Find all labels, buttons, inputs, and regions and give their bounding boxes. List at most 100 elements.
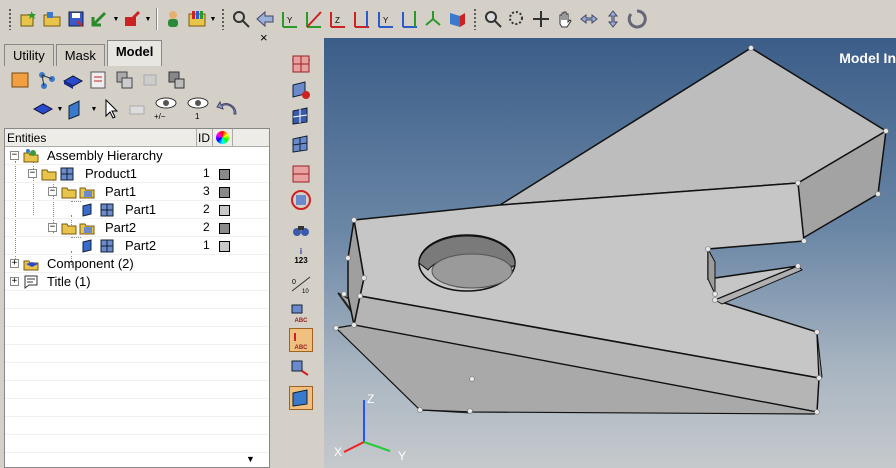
- spin-rotate-icon[interactable]: [626, 8, 648, 30]
- tree-row-product1[interactable]: − Product1 1: [5, 165, 269, 183]
- tree-row-assembly-hierarchy[interactable]: − Assembly Hierarchy: [5, 147, 269, 165]
- entity-color-swatch[interactable]: [219, 241, 230, 252]
- zoom-in-icon[interactable]: [482, 8, 504, 30]
- abc-label: ABC: [294, 345, 308, 351]
- solver-interface-icon[interactable]: [186, 8, 208, 30]
- transparency-icon[interactable]: [289, 356, 313, 380]
- new-model-icon[interactable]: [17, 8, 39, 30]
- tab-utility[interactable]: Utility: [4, 44, 54, 66]
- view-plus-z-icon[interactable]: Y: [374, 8, 396, 30]
- shaded-mesh-icon[interactable]: [289, 104, 313, 128]
- show-hide-toggle[interactable]: +/−: [150, 96, 182, 122]
- info-glyph: i: [299, 247, 303, 256]
- show-only-toggle[interactable]: 1: [182, 96, 214, 122]
- numbers-icon[interactable]: i 123: [289, 244, 313, 268]
- isometric-view-icon[interactable]: [422, 8, 444, 30]
- toolbar-grip-3[interactable]: [473, 8, 477, 30]
- include-view-icon[interactable]: [164, 68, 190, 92]
- collapse-toggle[interactable]: −: [48, 223, 57, 232]
- camera-view-icon[interactable]: [446, 8, 468, 30]
- material-view-icon[interactable]: [60, 68, 86, 92]
- collapse-toggle[interactable]: −: [10, 151, 19, 160]
- part1-body[interactable]: [334, 47, 888, 415]
- toolbar-grip-2[interactable]: [221, 8, 225, 30]
- components-view-icon[interactable]: [8, 68, 34, 92]
- export-icon[interactable]: [121, 8, 143, 30]
- display-mode-icon[interactable]: [30, 97, 56, 121]
- entity-color-swatch[interactable]: [219, 223, 230, 234]
- zoom-window-icon[interactable]: [230, 8, 252, 30]
- connector-view-icon[interactable]: [138, 68, 164, 92]
- tab-model[interactable]: Model: [106, 40, 163, 66]
- tree-row-title[interactable]: + Title (1): [5, 273, 269, 291]
- tab-mask[interactable]: Mask: [55, 44, 105, 66]
- save-icon[interactable]: [65, 8, 87, 30]
- model-scene[interactable]: Z Y X: [324, 38, 896, 468]
- main-toolbar: ▼ ▼ ▼ Y Z Y: [0, 0, 896, 38]
- view-minus-z-icon[interactable]: [398, 8, 420, 30]
- pan-hand-icon[interactable]: [554, 8, 576, 30]
- entities-header: Entities ID: [5, 129, 269, 147]
- scroll-down-icon[interactable]: ▼: [246, 454, 255, 464]
- graphics-viewport[interactable]: Model In Z Y X: [324, 38, 896, 468]
- entity-color-swatch[interactable]: [219, 169, 230, 180]
- feature-lines-icon[interactable]: [289, 162, 313, 186]
- previous-view-icon[interactable]: [254, 8, 276, 30]
- empty-row: [5, 327, 269, 345]
- label-elements-icon[interactable]: ABC: [289, 300, 313, 324]
- numbers-label: 123: [294, 256, 308, 265]
- horizontal-arrow-icon[interactable]: [578, 8, 600, 30]
- entities-column-header[interactable]: Entities: [5, 129, 197, 146]
- color-column-header[interactable]: [213, 129, 233, 146]
- display-mode-dropdown-icon[interactable]: ▼: [56, 98, 64, 120]
- view-plus-x-icon[interactable]: Y: [278, 8, 300, 30]
- import-dropdown-icon[interactable]: ▼: [112, 8, 120, 30]
- view-minus-x-icon[interactable]: [302, 8, 324, 30]
- part-icon: [79, 187, 95, 199]
- isolate-icon[interactable]: [124, 97, 150, 121]
- open-folder-icon[interactable]: [41, 8, 63, 30]
- view-minus-y-icon[interactable]: [350, 8, 372, 30]
- tree-row-part1[interactable]: − Part1 3: [5, 183, 269, 201]
- assembly-view-icon[interactable]: [34, 68, 60, 92]
- panel-close-icon[interactable]: ×: [260, 30, 268, 45]
- view-plus-y-icon[interactable]: Z: [326, 8, 348, 30]
- entity-color-swatch[interactable]: [219, 205, 230, 216]
- by-component-icon[interactable]: [289, 52, 313, 76]
- entity-color-swatch[interactable]: [219, 187, 230, 198]
- vertical-arrow-icon[interactable]: [602, 8, 624, 30]
- rotate-view-icon[interactable]: [530, 8, 552, 30]
- tree-label: Part2: [105, 220, 137, 235]
- entity-id: 3: [203, 184, 210, 198]
- expand-toggle[interactable]: +: [10, 277, 19, 286]
- mesh-icon: [100, 203, 114, 217]
- empty-row: [5, 345, 269, 363]
- scale-range-icon[interactable]: 0 10: [289, 272, 313, 296]
- wireframe-icon[interactable]: [289, 132, 313, 156]
- zoom-out-icon[interactable]: [506, 8, 528, 30]
- show-edges-icon[interactable]: [289, 386, 313, 410]
- import-icon[interactable]: [89, 8, 111, 30]
- user-profile-icon[interactable]: [162, 8, 184, 30]
- color-mode-icon[interactable]: [64, 97, 90, 121]
- collapse-toggle[interactable]: −: [28, 169, 37, 178]
- select-cursor-icon[interactable]: [98, 97, 124, 121]
- toolbar-grip[interactable]: [8, 8, 12, 30]
- tree-row-part2-component[interactable]: Part2 1: [5, 237, 269, 255]
- reverse-icon[interactable]: [214, 97, 240, 121]
- property-view-icon[interactable]: [86, 68, 112, 92]
- find-icon[interactable]: [289, 218, 313, 242]
- solver-dropdown-icon[interactable]: ▼: [209, 8, 217, 30]
- shaded-elements-icon[interactable]: [289, 78, 313, 102]
- export-dropdown-icon[interactable]: ▼: [144, 8, 152, 30]
- element-normals-icon[interactable]: [289, 188, 313, 212]
- system-view-icon[interactable]: [112, 68, 138, 92]
- tree-row-part1-component[interactable]: Part1 2: [5, 201, 269, 219]
- label-nodes-icon[interactable]: ABC: [289, 328, 313, 352]
- tree-row-part2[interactable]: − Part2 2: [5, 219, 269, 237]
- color-mode-dropdown-icon[interactable]: ▼: [90, 98, 98, 120]
- tree-row-component[interactable]: + Component (2): [5, 255, 269, 273]
- collapse-toggle[interactable]: −: [48, 187, 57, 196]
- id-column-header[interactable]: ID: [197, 129, 213, 146]
- expand-toggle[interactable]: +: [10, 259, 19, 268]
